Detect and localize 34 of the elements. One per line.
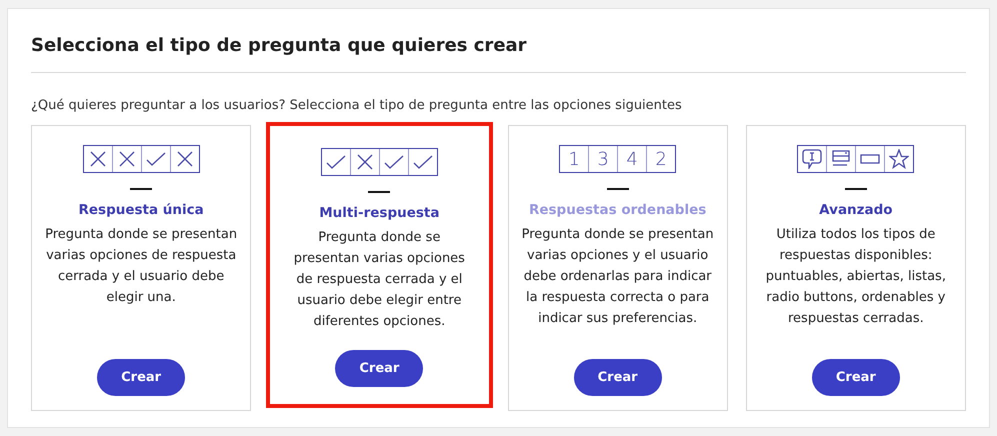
cross-icon (90, 151, 106, 167)
cross-icon (176, 151, 193, 167)
create-button[interactable]: Crear (812, 359, 900, 396)
cross-icon (118, 151, 135, 167)
digit-text: 3 (597, 148, 609, 170)
card-title: Respuestas ordenables (528, 202, 706, 218)
check-icon (412, 155, 433, 169)
card-description: Utiliza todos los tipos de respuestas disponibles: puntuables, abiertas, listas, radio buttons, ordenables y respuestas cerradas. (764, 226, 947, 328)
create-button[interactable]: Crear (335, 350, 424, 387)
card-description: Pregunta donde se presentan varias opciones de respuesta cerrada y el usuario debe elegir entre diferentes opciones. (292, 228, 466, 330)
card-title: Multi-respuesta (319, 204, 440, 220)
check-icon (384, 155, 404, 169)
check-icon (146, 152, 166, 166)
question-type-card[interactable]: Multi-respuesta Pregunta donde se presentan varias opciones de respuesta cerrada y el usuario debe elegir entre diferentes opciones. Crear (266, 122, 492, 408)
page-title: Selecciona el tipo de pregunta que quieres crear (31, 9, 966, 73)
speech-bubble-icon (802, 149, 822, 169)
digit-text: 2 (655, 148, 667, 170)
card-title: Respuesta única (78, 202, 204, 218)
instructions-text: ¿Qué quieres preguntar a los usuarios? Selecciona el tipo de pregunta entre las opciones siguientes (31, 98, 683, 113)
question-type-card[interactable]: 1 3 4 2 Respuestas ordenables Pregunta donde se presentan varias opciones y el usuario debe ordenarlas para indicar la respuesta correcta o para indicar sus preferencias. Crear (508, 125, 728, 411)
create-button[interactable]: Crear (97, 359, 186, 396)
cross-icon (356, 154, 373, 170)
digit-text: 1 (568, 148, 580, 170)
star-icon (889, 149, 910, 169)
question-type-card[interactable]: Avanzado Utiliza todos los tipos de respuestas disponibles: puntuables, abiertas, listas, radio buttons, ordenables y respuestas cerradas. Crear (746, 125, 966, 411)
digit-text: 4 (626, 148, 638, 170)
card-title: Avanzado (819, 202, 893, 218)
text-field-icon (860, 154, 880, 164)
check-icon (326, 155, 346, 169)
question-type-card[interactable]: Respuesta única Pregunta donde se presentan varias opciones de respuesta cerrada y el usuario debe elegir una. Crear (31, 125, 252, 411)
card-description: Pregunta donde se presentan varias opciones de respuesta cerrada y el usuario debe elegir una. (44, 226, 238, 306)
card-description: Pregunta donde se presentan varias opciones y el usuario debe ordenarlas para indicar la respuesta correcta o para indicar sus preferencias. (520, 226, 715, 328)
create-button[interactable]: Crear (574, 359, 662, 396)
list-box-icon (831, 150, 852, 168)
